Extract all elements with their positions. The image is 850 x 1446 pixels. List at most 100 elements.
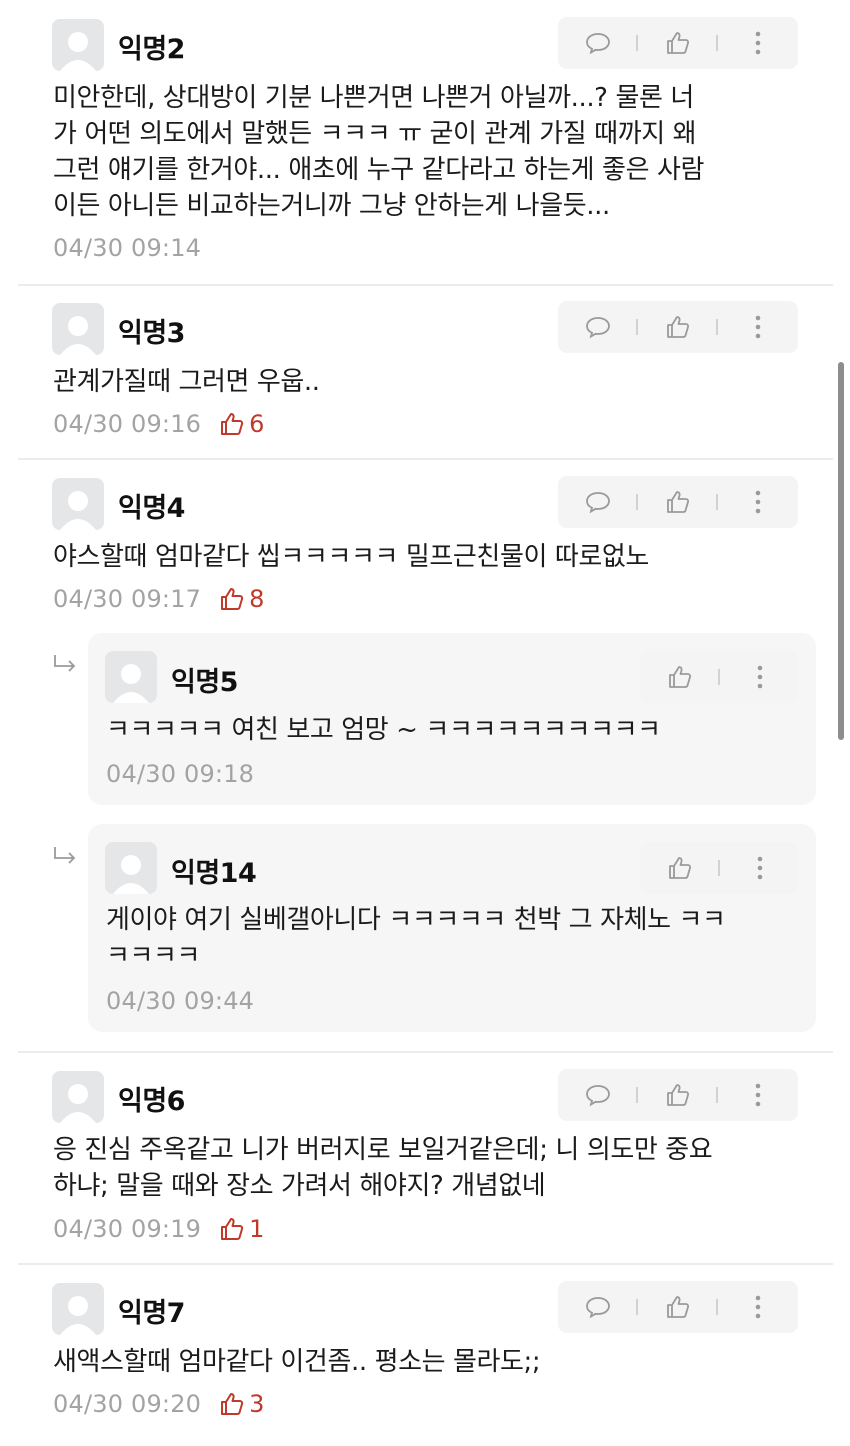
vertical-dots-icon [757,856,763,880]
reply-meta: 04/30 09:18 [106,760,254,788]
comment-item: 익명7 새액스할때 엄마같다 이건좀.. 평소는 몰라도;; 04/30 09:… [0,1265,850,1446]
reply-author: 익명14 [171,858,257,889]
action-divider [716,35,718,51]
like-button[interactable] [658,476,698,528]
comment-author: 익명7 [118,1298,185,1329]
timestamp: 04/30 09:20 [53,1390,202,1418]
thumbs-up-icon [221,413,244,435]
action-divider [636,1087,638,1103]
comment-author: 익명4 [118,493,185,524]
comment-line: 가 어떤 의도에서 말했든 ㅋㅋㅋ ㅠ 굳이 관계 가질 때까지 왜 [53,119,697,149]
timestamp: 04/30 09:44 [106,987,255,1015]
thumbs-up-icon [667,1084,690,1106]
avatar[interactable] [105,842,157,894]
like-count: 8 [219,585,264,613]
reply-comment-button[interactable] [578,17,618,69]
comment-text: 새액스할때 엄마같다 이건좀.. 평소는 몰라도;; [53,1344,813,1380]
like-button[interactable] [658,1281,698,1333]
reply-comment-button[interactable] [578,301,618,353]
like-button[interactable] [660,842,700,894]
like-button[interactable] [658,301,698,353]
speech-bubble-icon [586,317,610,339]
vertical-dots-icon [755,315,761,339]
vertical-dots-icon [755,490,761,514]
timestamp: 04/30 09:17 [53,585,202,613]
more-options-button[interactable] [740,842,780,894]
comment-item: 익명4 야스할때 엄마같다 씹ㅋㅋㅋㅋㅋ 밀프근친물이 따로없노 04/30 0… [0,460,850,620]
thumbs-up-icon [667,316,690,338]
more-options-button[interactable] [740,651,780,703]
like-count-value: 1 [249,1215,265,1243]
avatar[interactable] [52,1071,104,1123]
vertical-dots-icon [755,31,761,55]
avatar[interactable] [52,478,104,530]
thumbs-up-icon [221,1218,244,1240]
comment-line: 야스할때 엄마같다 씹ㅋㅋㅋㅋㅋ 밀프근친물이 따로없노 [53,542,649,572]
avatar[interactable] [52,19,104,71]
vertical-dots-icon [757,665,763,689]
vertical-dots-icon [755,1295,761,1319]
avatar[interactable] [52,1283,104,1335]
thumbs-up-icon [667,491,690,513]
comment-meta: 04/30 09:14 [53,234,201,262]
action-divider [716,319,718,335]
avatar[interactable] [105,651,157,703]
speech-bubble-icon [586,1085,610,1107]
reply-comment-button[interactable] [578,1281,618,1333]
thumbs-up-icon [667,1296,690,1318]
avatar[interactable] [52,303,104,355]
like-button[interactable] [660,651,700,703]
thumbs-up-icon [669,666,692,688]
like-button[interactable] [658,1069,698,1121]
action-divider [716,1087,718,1103]
comment-actions [558,476,798,528]
comment-actions [558,1281,798,1333]
more-options-button[interactable] [738,17,778,69]
comment-actions [558,1069,798,1121]
like-count: 3 [219,1390,264,1418]
action-divider [636,319,638,335]
comment-line: 새액스할때 엄마같다 이건좀.. 평소는 몰라도;; [53,1347,541,1377]
comment-item: 익명6 응 진심 주옥같고 니가 버러지로 보일거같은데; 니 의도만 중요 하… [0,1053,850,1263]
reply-text: 게이야 여기 실베갤아니다 ㅋㅋㅋㅋㅋ 천박 그 자체노 ㅋㅋ ㅋㅋㅋㅋ [106,902,806,974]
comment-meta: 04/30 09:17 8 [53,585,265,613]
reply-comment-button[interactable] [578,1069,618,1121]
reply-item: 익명14 게이야 여기 실베갤아니다 ㅋㅋㅋㅋㅋ 천박 그 자체노 ㅋㅋ ㅋㅋㅋ… [88,824,816,1032]
speech-bubble-icon [586,492,610,514]
comment-line: 응 진심 주옥같고 니가 버러지로 보일거같은데; 니 의도만 중요 [53,1135,713,1165]
comment-text: 관계가질때 그러면 우웁.. [53,364,813,400]
action-divider [636,494,638,510]
action-divider [636,1299,638,1315]
reply-author: 익명5 [171,667,238,698]
comment-actions [558,301,798,353]
like-count-value: 8 [249,585,265,613]
action-divider [716,494,718,510]
like-count-value: 3 [249,1390,265,1418]
comment-meta: 04/30 09:19 1 [53,1215,265,1243]
comment-text: 응 진심 주옥같고 니가 버러지로 보일거같은데; 니 의도만 중요 하냐; 말… [53,1132,813,1204]
comment-meta: 04/30 09:20 3 [53,1390,265,1418]
comment-actions [558,17,798,69]
reply-actions [640,842,798,894]
reply-actions [640,651,798,703]
more-options-button[interactable] [738,476,778,528]
more-options-button[interactable] [738,301,778,353]
more-options-button[interactable] [738,1069,778,1121]
action-divider [718,669,720,685]
reply-comment-button[interactable] [578,476,618,528]
thumbs-up-icon [221,1393,244,1415]
thumbs-up-icon [667,32,690,54]
more-options-button[interactable] [738,1281,778,1333]
comment-text: 야스할때 엄마같다 씹ㅋㅋㅋㅋㅋ 밀프근친물이 따로없노 [53,539,813,575]
reply-arrow-icon [54,655,76,672]
like-button[interactable] [658,17,698,69]
action-divider [716,1299,718,1315]
reply-line: 게이야 여기 실베갤아니다 ㅋㅋㅋㅋㅋ 천박 그 자체노 ㅋㅋ [106,905,726,935]
reply-text: ㅋㅋㅋㅋㅋ 여친 보고 엄망 ~ ㅋㅋㅋㅋㅋㅋㅋㅋㅋㅋ [106,712,806,748]
comment-line: 관계가질때 그러면 우웁.. [53,367,320,397]
comment-meta: 04/30 09:16 6 [53,410,265,438]
reply-arrow-icon [54,847,76,864]
comment-item: 익명2 미안한데, 상대방이 기분 나쁜거면 나쁜거 아닐까...? 물론 너 … [0,0,850,284]
reply-meta: 04/30 09:44 [106,987,254,1015]
scrollbar[interactable] [838,362,844,740]
